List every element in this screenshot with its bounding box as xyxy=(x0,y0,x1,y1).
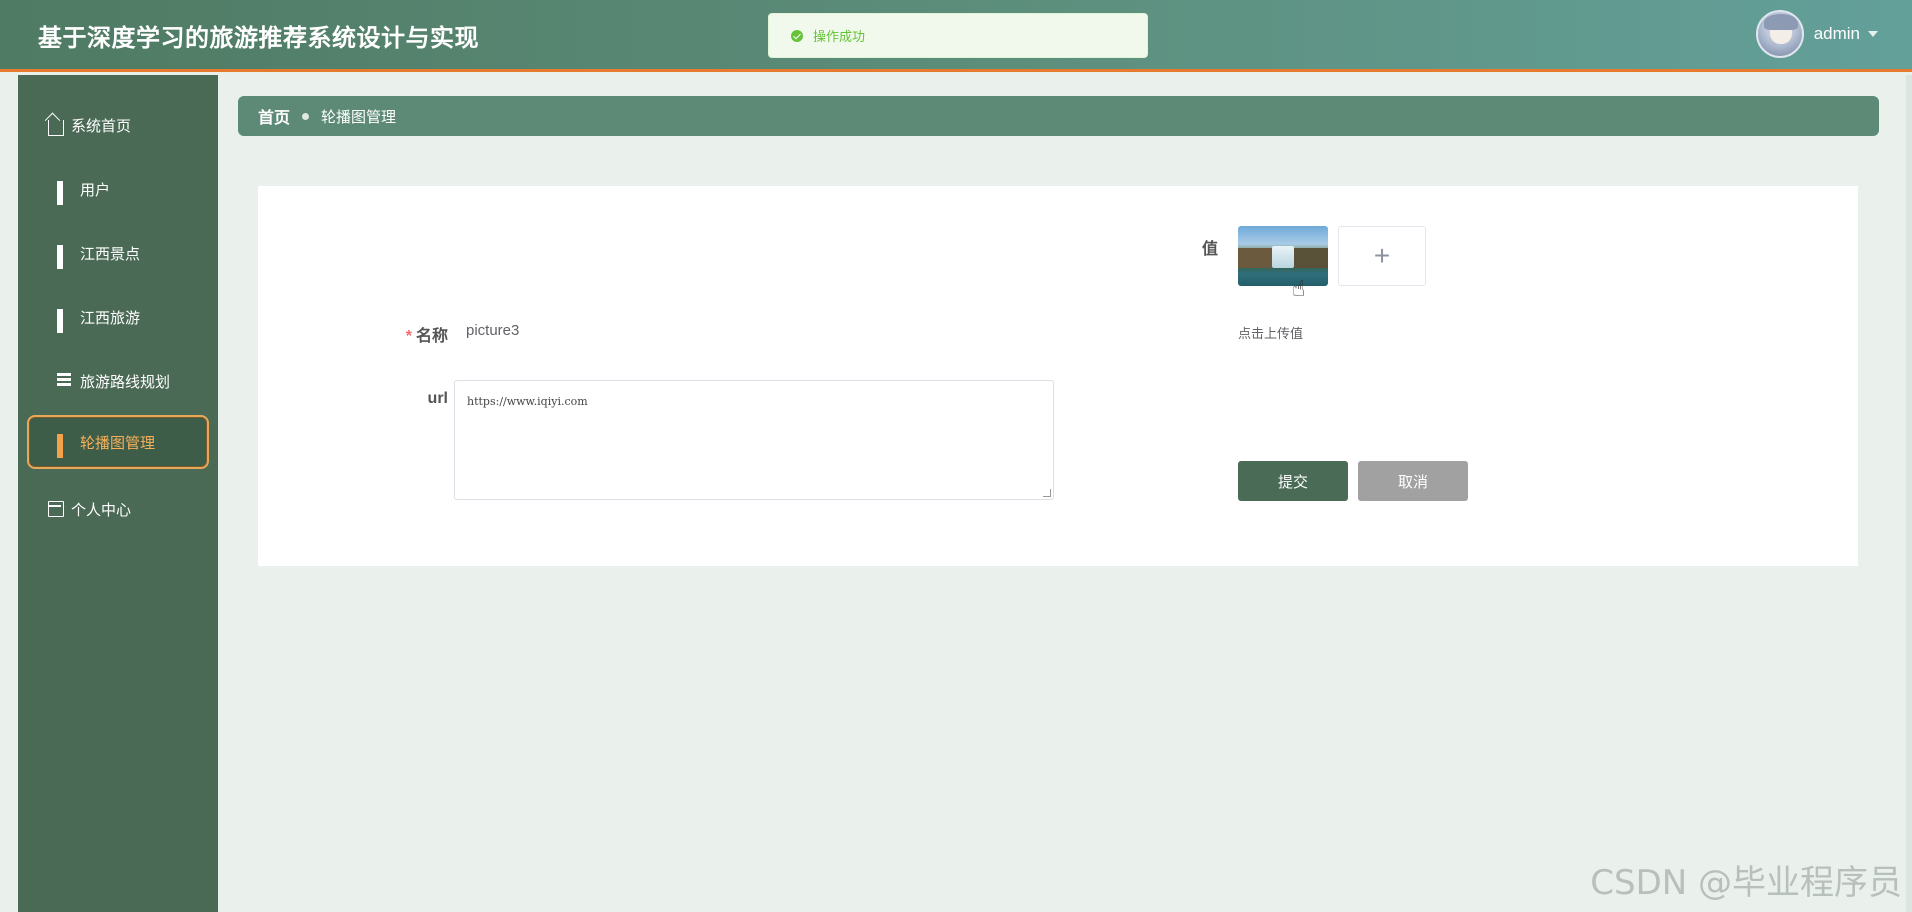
sidebar-item-label: 江西景点 xyxy=(80,245,141,263)
username[interactable]: admin xyxy=(1814,24,1860,44)
sidebar-item-label: 轮播图管理 xyxy=(80,434,156,452)
breadcrumb-current: 轮播图管理 xyxy=(321,108,397,126)
watermark: CSDN @毕业程序员 xyxy=(1590,863,1902,903)
toast-message: 操作成功 xyxy=(813,29,866,44)
sidebar-item-profile[interactable]: 个人中心 xyxy=(18,481,218,537)
sidebar-item-home[interactable]: 系统首页 xyxy=(18,97,218,153)
name-label: * 名称 xyxy=(405,328,448,345)
cancel-button[interactable]: 取消 xyxy=(1358,461,1468,501)
user-menu[interactable]: admin xyxy=(1755,10,1878,58)
breadcrumb: 首页 轮播图管理 xyxy=(238,96,1879,136)
plus-icon: + xyxy=(1373,240,1391,271)
card-icon xyxy=(48,501,64,517)
sidebar: 系统首页 用户 江西景点 江西旅游 旅游路线规划 轮播图管理 个人中心 xyxy=(18,75,218,912)
uploaded-image-thumbnail[interactable] xyxy=(1238,226,1328,286)
home-icon xyxy=(48,120,64,136)
avatar[interactable] xyxy=(1755,10,1804,58)
sidebar-item-label: 个人中心 xyxy=(71,501,132,519)
breadcrumb-separator xyxy=(302,112,310,120)
form-panel: * 名称 picture3 url https://www.iqiyi.com 值… xyxy=(258,186,1858,566)
url-textarea[interactable]: https://www.iqiyi.com xyxy=(454,380,1054,500)
sidebar-item-users[interactable]: 用户 xyxy=(18,161,218,217)
url-value: https://www.iqiyi.com xyxy=(467,395,588,408)
top-header: 基于深度学习的旅游推荐系统设计与实现 操作成功 admin xyxy=(0,0,1912,72)
upload-plus-button[interactable]: + xyxy=(1338,226,1426,286)
url-label: url xyxy=(427,390,448,407)
grid-icon xyxy=(57,181,73,205)
grid-icon xyxy=(57,309,73,333)
resize-handle[interactable] xyxy=(1043,489,1051,497)
sidebar-item-route-planning[interactable]: 旅游路线规划 xyxy=(18,353,218,409)
hand-cursor-icon: ☝ xyxy=(1292,276,1306,301)
success-check-icon xyxy=(791,29,803,42)
submit-button[interactable]: 提交 xyxy=(1238,461,1348,501)
breadcrumb-home[interactable]: 首页 xyxy=(258,104,290,128)
grid-icon xyxy=(57,245,73,269)
sidebar-item-carousel[interactable]: 轮播图管理 xyxy=(27,415,209,469)
upload-tip: 点击上传值 xyxy=(1238,326,1304,341)
sidebar-item-jiangxi-travel[interactable]: 江西旅游 xyxy=(18,289,218,345)
value-label: 值 xyxy=(1201,241,1218,258)
scrollbar[interactable] xyxy=(1906,75,1912,912)
name-input[interactable]: picture3 xyxy=(466,322,519,339)
chevron-down-icon[interactable] xyxy=(1868,31,1878,37)
list-icon xyxy=(57,373,73,389)
required-mark: * xyxy=(405,328,412,345)
sidebar-item-label: 江西旅游 xyxy=(80,309,141,327)
sidebar-item-jiangxi-spots[interactable]: 江西景点 xyxy=(18,225,218,281)
sidebar-item-label: 系统首页 xyxy=(71,117,132,135)
app-title: 基于深度学习的旅游推荐系统设计与实现 xyxy=(38,25,479,52)
sidebar-item-label: 用户 xyxy=(80,181,111,199)
success-toast: 操作成功 xyxy=(768,13,1148,58)
sidebar-item-label: 旅游路线规划 xyxy=(80,373,171,391)
grid-icon xyxy=(57,434,73,458)
